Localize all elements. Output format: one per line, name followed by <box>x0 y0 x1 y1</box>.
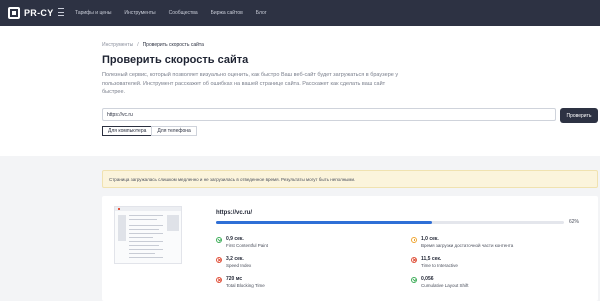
page-header: Инструменты / Проверить скорость сайта П… <box>0 26 600 156</box>
page-description: Полезный сервис, который позволяет визуа… <box>102 72 399 95</box>
url-input[interactable] <box>102 108 556 121</box>
tab-desktop[interactable]: Для компьютера <box>102 126 153 136</box>
breadcrumb-separator: / <box>137 42 139 48</box>
x-circle-icon <box>216 277 222 283</box>
check-circle-icon <box>411 277 417 283</box>
score-percent-label: 62% <box>569 219 580 225</box>
x-circle-icon <box>411 257 417 263</box>
nav-item-blog[interactable]: Блог <box>256 10 267 16</box>
nav-item-site-exchange[interactable]: Биржа сайтов <box>211 10 243 16</box>
nav-item-communities[interactable]: Сообщества <box>169 10 198 16</box>
score-progress-fill <box>216 221 432 224</box>
warning-circle-icon <box>411 237 417 243</box>
metric-tbt: 720 мс Total Blocking Time <box>216 276 265 289</box>
metric-name: Время загрузки достаточной части контент… <box>421 243 514 248</box>
metric-tti: 11,5 сек. Time to Interactive <box>411 256 458 269</box>
metric-speed-index: 3,2 сек. Speed Index <box>216 256 251 269</box>
device-tabs: Для компьютера Для телефона <box>102 126 197 136</box>
result-card: https://vc.ru/ 62% 0,9 сек. First Conten… <box>102 196 598 301</box>
hamburger-menu-icon[interactable] <box>58 8 64 16</box>
main-nav: Тарифы и цены Инструменты Сообщества Бир… <box>75 0 280 26</box>
page-title: Проверить скорость сайта <box>102 54 249 66</box>
tab-mobile[interactable]: Для телефона <box>151 126 197 136</box>
warning-banner: Страница загружалась слишком медленно и … <box>102 170 598 188</box>
breadcrumb: Инструменты / Проверить скорость сайта <box>102 42 204 48</box>
top-navbar: PR-CY Тарифы и цены Инструменты Сообщест… <box>0 0 600 26</box>
check-button[interactable]: Проверить <box>560 108 598 123</box>
result-site-url[interactable]: https://vc.ru/ <box>216 210 252 216</box>
metric-name: Cumulative Layout Shift <box>421 283 469 288</box>
metric-cls: 0,056 Cumulative Layout Shift <box>411 276 469 289</box>
check-circle-icon <box>216 237 222 243</box>
logo-text: PR-CY <box>24 8 54 18</box>
nav-item-pricing[interactable]: Тарифы и цены <box>75 10 111 16</box>
metric-name: Time to Interactive <box>421 263 458 268</box>
metric-name: Total Blocking Time <box>226 283 265 288</box>
nav-item-tools[interactable]: Инструменты <box>124 10 155 16</box>
logo-icon <box>8 7 20 19</box>
x-circle-icon <box>216 257 222 263</box>
metric-fcp: 0,9 сек. First Contentful Paint <box>216 236 268 249</box>
score-progress-bar <box>216 221 564 224</box>
site-screenshot-thumbnail <box>114 206 182 264</box>
metric-name: First Contentful Paint <box>226 243 269 248</box>
breadcrumb-current: Проверить скорость сайта <box>142 42 204 48</box>
metric-name: Speed Index <box>226 263 252 268</box>
breadcrumb-parent-link[interactable]: Инструменты <box>102 42 133 48</box>
logo[interactable]: PR-CY <box>8 6 54 20</box>
metric-lcp: 1,0 сек. Время загрузки достаточной част… <box>411 236 513 249</box>
